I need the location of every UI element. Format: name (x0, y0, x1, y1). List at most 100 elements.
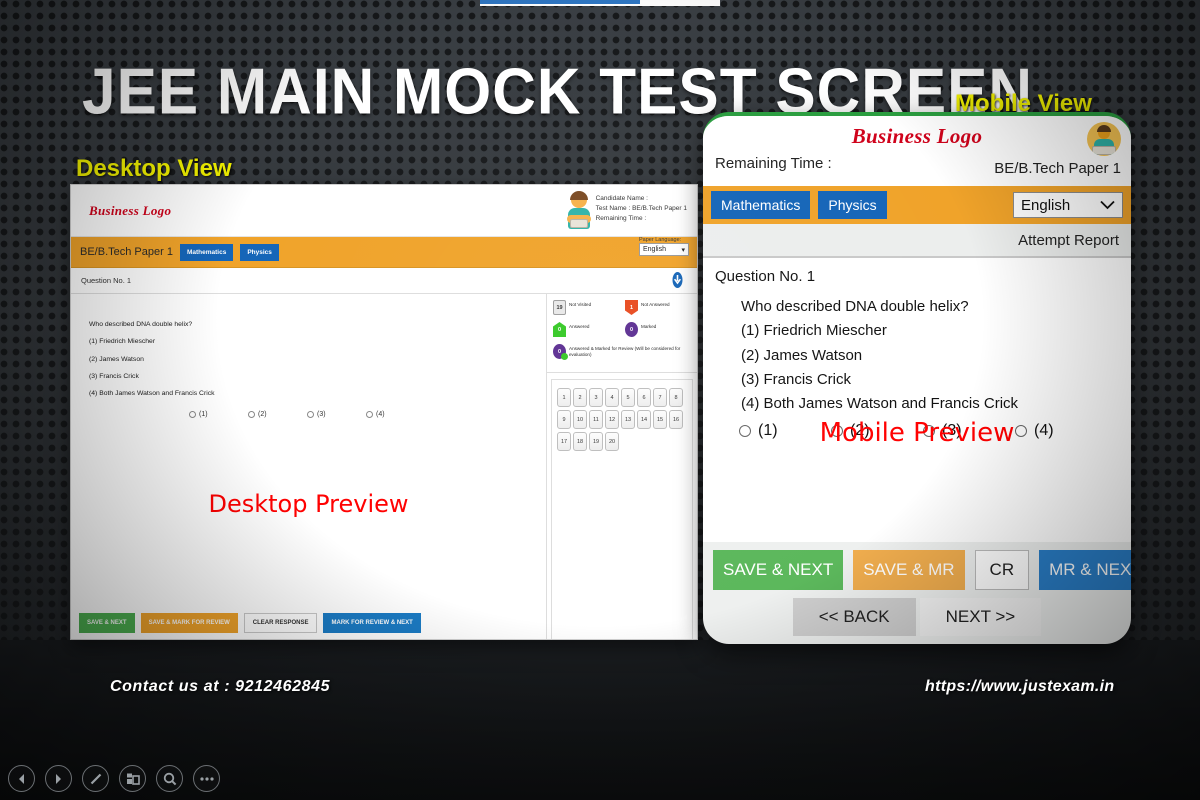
back-button[interactable]: << BACK (792, 598, 916, 636)
palette-number[interactable]: 18 (573, 432, 587, 451)
mark-review-next-button[interactable]: MR & NEXT (1039, 550, 1131, 590)
palette-number[interactable]: 20 (605, 432, 619, 451)
palette-number[interactable]: 4 (605, 388, 619, 407)
choice-3: (3) Francis Crick (89, 372, 139, 380)
radio-icon (189, 410, 196, 418)
remaining-time-label: Remaining Time : (595, 215, 647, 223)
question-number: Question No. 1 (81, 276, 132, 285)
palette-number[interactable]: 15 (653, 410, 667, 429)
palette-number[interactable]: 14 (637, 410, 651, 429)
website-url: https://www.justexam.in (925, 678, 1115, 695)
clear-response-button[interactable]: CR (974, 550, 1030, 590)
paper-title: BE/B.Tech Paper 1 (994, 160, 1121, 177)
palette-number[interactable]: 5 (621, 388, 635, 407)
previous-icon[interactable] (8, 765, 35, 792)
tab-physics[interactable]: Physics (240, 243, 279, 261)
save-next-button[interactable]: SAVE & NEXT (713, 550, 844, 590)
status-badge: 0 (553, 322, 566, 337)
desktop-question-panel: Who described DNA double helix? (1) Frie… (71, 294, 547, 639)
status-badge: 1 (625, 300, 638, 315)
candidate-info: Candidate Name : Test Name : BE/B.Tech P… (566, 191, 687, 231)
radio-icon (248, 410, 255, 418)
option-label-4: (4) (376, 410, 385, 418)
play-icon[interactable] (45, 765, 72, 792)
chevron-down-icon: ▾ (681, 246, 685, 254)
desktop-side-panel: 19 Not Visited 1 Not Answered 0 Answered… (547, 294, 697, 639)
desktop-preview-watermark: Desktop Preview (208, 490, 409, 518)
option-label-1: (1) (199, 410, 208, 418)
choice-1: (1) Friedrich Miescher (89, 338, 156, 346)
legend-marked: 0 Marked (625, 322, 656, 337)
search-icon[interactable] (156, 765, 183, 792)
option-radio-1[interactable]: (1) (189, 410, 248, 418)
mobile-report-bar: Attempt Report (703, 224, 1131, 256)
tab-mathematics[interactable]: Mathematics (179, 243, 234, 261)
palette-number[interactable]: 1 (557, 388, 571, 407)
palette-number[interactable]: 16 (669, 410, 683, 429)
status-badge: 0 (625, 322, 638, 337)
mobile-reflection: SAVE & NEXT SAVE & MR CR MR & NEXT << BA… (703, 648, 1131, 768)
legend-not-answered: 1 Not Answered (625, 300, 670, 315)
palette-number[interactable]: 3 (589, 388, 603, 407)
choice-1: (1) Friedrich Miescher (741, 322, 887, 340)
pen-icon[interactable] (82, 765, 109, 792)
palette-number[interactable]: 8 (669, 388, 683, 407)
palette-number[interactable]: 2 (573, 388, 587, 407)
save-mark-review-button[interactable]: SAVE & MR (853, 550, 965, 590)
palette-number[interactable]: 10 (573, 410, 587, 429)
language-selector-wrap: Paper Language: English ▾ (639, 237, 689, 256)
option-radio-4[interactable]: (4) (366, 410, 425, 418)
palette-number[interactable]: 7 (653, 388, 667, 407)
desktop-subject-bar: BE/B.Tech Paper 1 Mathematics Physics Pa… (71, 237, 697, 268)
palette-number[interactable]: 19 (589, 432, 603, 451)
desktop-question-header: Question No. 1 (71, 268, 697, 294)
question-number: Question No. 1 (715, 268, 816, 285)
candidate-name-label: Candidate Name : (595, 195, 648, 202)
language-select[interactable]: English (1013, 192, 1123, 218)
desktop-view-label: Desktop View (76, 155, 232, 182)
language-value: English (643, 246, 666, 253)
language-select[interactable]: English ▾ (639, 243, 689, 256)
choice-4: (4) Both James Watson and Francis Crick (741, 395, 1019, 413)
option-radio-2[interactable]: (2) (248, 410, 307, 418)
paper-title: BE/B.Tech Paper 1 (80, 246, 173, 258)
option-radio-3[interactable]: (3) (307, 410, 366, 418)
clear-response-button[interactable]: CLEAR RESPONSE (243, 613, 318, 633)
more-icon[interactable] (193, 765, 220, 792)
tab-mathematics[interactable]: Mathematics (711, 191, 811, 219)
mobile-preview-window: Business Logo Remaining Time : BE/B.Tech… (703, 112, 1131, 644)
palette-number[interactable]: 12 (605, 410, 619, 429)
palette-number[interactable]: 9 (557, 410, 571, 429)
mark-review-next-button[interactable]: MARK FOR REVIEW & NEXT (323, 613, 421, 633)
avatar (566, 191, 591, 231)
question-palette[interactable]: 1 2 3 4 5 6 7 8 9 10 11 12 13 14 15 16 17 18 19 20 (551, 379, 693, 639)
tab-physics[interactable]: Physics (818, 191, 887, 219)
attempt-report-link[interactable]: Attempt Report (1018, 232, 1119, 249)
question-stem: Who described DNA double helix? (89, 321, 193, 328)
palette-number[interactable]: 11 (589, 410, 603, 429)
collapse-arrow-icon[interactable] (672, 272, 683, 293)
viewer-toolbar (8, 765, 220, 792)
choice-2: (2) James Watson (89, 355, 144, 363)
save-mark-review-button[interactable]: SAVE & MARK FOR REVIEW (140, 613, 238, 633)
layout-icon[interactable] (119, 765, 146, 792)
save-next-button[interactable]: SAVE & NEXT (79, 613, 135, 633)
mobile-candidate-info: BE/B.Tech Paper 1 (994, 122, 1121, 177)
language-value: English (1021, 196, 1071, 214)
radio-icon (366, 410, 373, 418)
desktop-header: Business Logo Candidate Name : Test Name… (71, 185, 697, 237)
choice-2: (2) James Watson (741, 346, 863, 364)
option-label-3: (3) (317, 410, 326, 418)
radio-icon (307, 410, 314, 418)
palette-number[interactable]: 13 (621, 410, 635, 429)
palette-number[interactable]: 17 (557, 432, 571, 451)
mobile-question-panel: Question No. 1 Who described DNA double … (703, 256, 1131, 542)
desktop-answer-options: (1) (2) (3) (4) (71, 403, 546, 418)
mobile-header: Business Logo Remaining Time : BE/B.Tech… (703, 116, 1131, 186)
top-blue-strip (480, 0, 640, 4)
avatar (1087, 122, 1121, 156)
mobile-preview-watermark: Mobile Preview (819, 418, 1015, 448)
next-button[interactable]: NEXT >> (919, 598, 1042, 636)
palette-number[interactable]: 6 (637, 388, 651, 407)
business-logo: Business Logo (89, 202, 172, 218)
